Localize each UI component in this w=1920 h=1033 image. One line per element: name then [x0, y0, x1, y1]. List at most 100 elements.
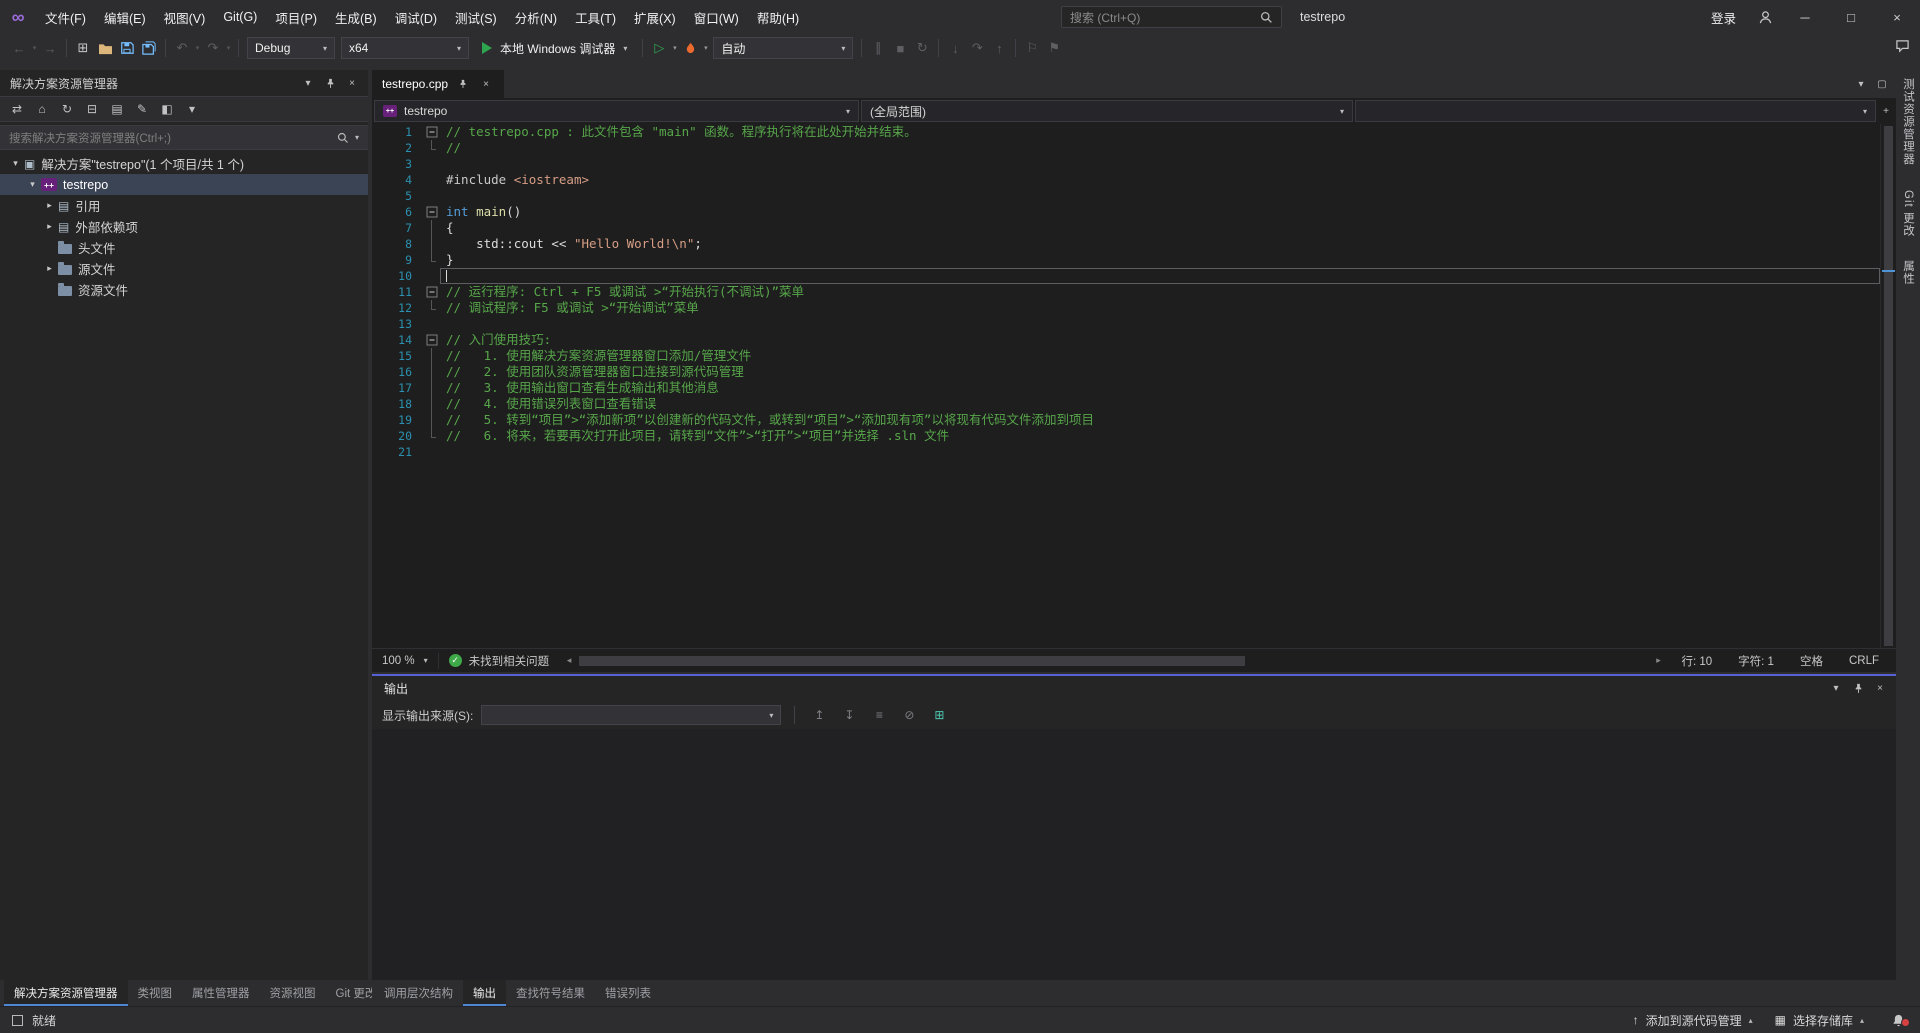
- editor-horizontal-scrollbar[interactable]: ◂ ▸: [559, 649, 1668, 672]
- menu-item[interactable]: 分析(N): [506, 0, 566, 34]
- tree-item[interactable]: ▸源文件: [0, 258, 368, 279]
- maximize-button[interactable]: □: [1828, 0, 1874, 34]
- spaces-indicator[interactable]: 空格: [1787, 653, 1836, 669]
- collapse-arrow-icon[interactable]: ▾: [25, 179, 40, 190]
- menu-item[interactable]: 项目(P): [266, 0, 326, 34]
- tree-item[interactable]: ▸▤引用: [0, 195, 368, 216]
- minimize-button[interactable]: ─: [1782, 0, 1828, 34]
- code-line[interactable]: 11// 运行程序: Ctrl + F5 或调试 >“开始执行(不调试)”菜单: [372, 284, 1880, 300]
- switch-views-icon[interactable]: ⇄: [6, 98, 28, 120]
- navigate-back-icon[interactable]: ←: [8, 36, 30, 60]
- solution-search-box[interactable]: 搜索解决方案资源管理器(Ctrl+;) ▾: [0, 125, 368, 150]
- search-options-icon[interactable]: ▾: [355, 133, 359, 142]
- menu-item[interactable]: 生成(B): [326, 0, 386, 34]
- more-options-icon[interactable]: ▾: [181, 98, 203, 120]
- code-line[interactable]: 3: [372, 156, 1880, 172]
- expand-arrow-icon[interactable]: ▸: [42, 200, 57, 211]
- step-out-icon[interactable]: ↑: [988, 36, 1010, 60]
- properties-icon[interactable]: ✎: [131, 98, 153, 120]
- code-line[interactable]: 7{: [372, 220, 1880, 236]
- close-icon[interactable]: ×: [478, 76, 494, 92]
- code-line[interactable]: 19// 5. 转到“项目”>“添加新项”以创建新的代码文件，或转到“项目”>“…: [372, 412, 1880, 428]
- scrollbar-thumb[interactable]: [579, 656, 1244, 666]
- menu-item[interactable]: 调试(D): [386, 0, 446, 34]
- background-tasks-icon[interactable]: [12, 1015, 23, 1026]
- scope-dropdown[interactable]: (全局范围) ▾: [861, 100, 1353, 122]
- code-line[interactable]: 14// 入门使用技巧:: [372, 332, 1880, 348]
- menu-item[interactable]: 工具(T): [566, 0, 625, 34]
- code-line[interactable]: 6int main(): [372, 204, 1880, 220]
- menu-item[interactable]: 窗口(W): [685, 0, 748, 34]
- menu-item[interactable]: 视图(V): [155, 0, 215, 34]
- left-dock-tab[interactable]: 属性管理器: [182, 980, 260, 1006]
- break-all-icon[interactable]: ∥: [867, 36, 889, 60]
- pin-icon[interactable]: [455, 76, 471, 92]
- pin-icon[interactable]: [1850, 681, 1866, 697]
- select-repository-button[interactable]: ▦ 选择存储库 ▴: [1775, 1012, 1864, 1029]
- menu-item[interactable]: 扩展(X): [625, 0, 685, 34]
- send-feedback-icon[interactable]: [1895, 39, 1910, 56]
- user-avatar-icon[interactable]: [1748, 10, 1782, 25]
- collapse-arrow-icon[interactable]: ▾: [8, 158, 23, 169]
- scrollbar-track[interactable]: [577, 655, 1650, 667]
- output-content[interactable]: [372, 729, 1896, 980]
- bottom-dock-tab[interactable]: 调用层次结构: [374, 980, 463, 1006]
- menu-item[interactable]: 编辑(E): [95, 0, 155, 34]
- window-position-icon[interactable]: ▾: [1828, 681, 1844, 697]
- left-dock-tab[interactable]: 解决方案资源管理器: [4, 980, 128, 1006]
- stop-debugging-icon[interactable]: ■: [889, 36, 911, 60]
- previous-message-icon[interactable]: ↥: [808, 704, 830, 726]
- hot-reload-icon[interactable]: [679, 36, 701, 60]
- code-line[interactable]: 13: [372, 316, 1880, 332]
- previous-bookmark-icon[interactable]: ⚐: [1021, 36, 1043, 60]
- redo-icon[interactable]: ↷: [202, 36, 224, 60]
- code-line[interactable]: 9}: [372, 252, 1880, 268]
- menu-item[interactable]: Git(G): [214, 0, 266, 34]
- refresh-icon[interactable]: ↻: [56, 98, 78, 120]
- code-line[interactable]: 18// 4. 使用错误列表窗口查看错误: [372, 396, 1880, 412]
- step-into-icon[interactable]: ↓: [944, 36, 966, 60]
- menu-item[interactable]: 测试(S): [446, 0, 506, 34]
- auto-mode-dropdown[interactable]: 自动 ▾: [713, 37, 853, 59]
- fold-collapse-icon[interactable]: [424, 284, 440, 300]
- undo-dropdown-icon[interactable]: ▾: [193, 44, 202, 52]
- bottom-dock-tab[interactable]: 查找符号结果: [506, 980, 595, 1006]
- tree-item[interactable]: ▾++testrepo: [0, 174, 368, 195]
- word-wrap-icon[interactable]: ≡: [868, 704, 890, 726]
- notifications-button[interactable]: [1886, 1014, 1910, 1027]
- pin-icon[interactable]: [322, 75, 338, 91]
- eol-indicator[interactable]: CRLF: [1836, 655, 1892, 667]
- tree-item[interactable]: ▸▤外部依赖项: [0, 216, 368, 237]
- show-all-files-icon[interactable]: ▤: [106, 98, 128, 120]
- left-dock-tab[interactable]: 资源视图: [260, 980, 326, 1006]
- tree-item[interactable]: ▾▣解决方案"testrepo"(1 个项目/共 1 个): [0, 153, 368, 174]
- code-line[interactable]: 20// 6. 将来，若要再次打开此项目，请转到“文件”>“打开”>“项目”并选…: [372, 428, 1880, 444]
- code-line[interactable]: 4#include <iostream>: [372, 172, 1880, 188]
- code-line[interactable]: 5: [372, 188, 1880, 204]
- code-line[interactable]: 16// 2. 使用团队资源管理器窗口连接到源代码管理: [372, 364, 1880, 380]
- code-line[interactable]: 10: [372, 268, 1880, 284]
- bottom-dock-tab[interactable]: 输出: [463, 980, 506, 1006]
- right-dock-tab[interactable]: Git 更改: [1900, 190, 1916, 237]
- code-line[interactable]: 15// 1. 使用解决方案资源管理器窗口添加/管理文件: [372, 348, 1880, 364]
- expand-arrow-icon[interactable]: ▸: [42, 221, 57, 232]
- restart-icon[interactable]: ↻: [911, 36, 933, 60]
- navigate-back-dropdown-icon[interactable]: ▾: [30, 44, 39, 52]
- right-dock-tab[interactable]: 测试资源管理器: [1900, 78, 1916, 166]
- tree-item[interactable]: 资源文件: [0, 279, 368, 300]
- open-folder-icon[interactable]: [94, 36, 116, 60]
- redo-dropdown-icon[interactable]: ▾: [224, 44, 233, 52]
- code-line[interactable]: 17// 3. 使用输出窗口查看生成输出和其他消息: [372, 380, 1880, 396]
- quick-search-box[interactable]: 搜索 (Ctrl+Q): [1061, 6, 1282, 28]
- code-line[interactable]: 21: [372, 444, 1880, 460]
- undo-icon[interactable]: ↶: [171, 36, 193, 60]
- solution-configuration-dropdown[interactable]: Debug ▾: [247, 37, 335, 59]
- new-project-icon[interactable]: ⊞: [72, 36, 94, 60]
- split-editor-icon[interactable]: +: [1878, 103, 1894, 119]
- menu-item[interactable]: 文件(F): [36, 0, 95, 34]
- float-window-icon[interactable]: ▢: [1874, 76, 1890, 92]
- window-list-icon[interactable]: ▾: [1853, 76, 1869, 92]
- code-line[interactable]: 12// 调试程序: F5 或调试 >“开始调试”菜单: [372, 300, 1880, 316]
- close-icon[interactable]: ×: [1872, 681, 1888, 697]
- menu-item[interactable]: 帮助(H): [748, 0, 808, 34]
